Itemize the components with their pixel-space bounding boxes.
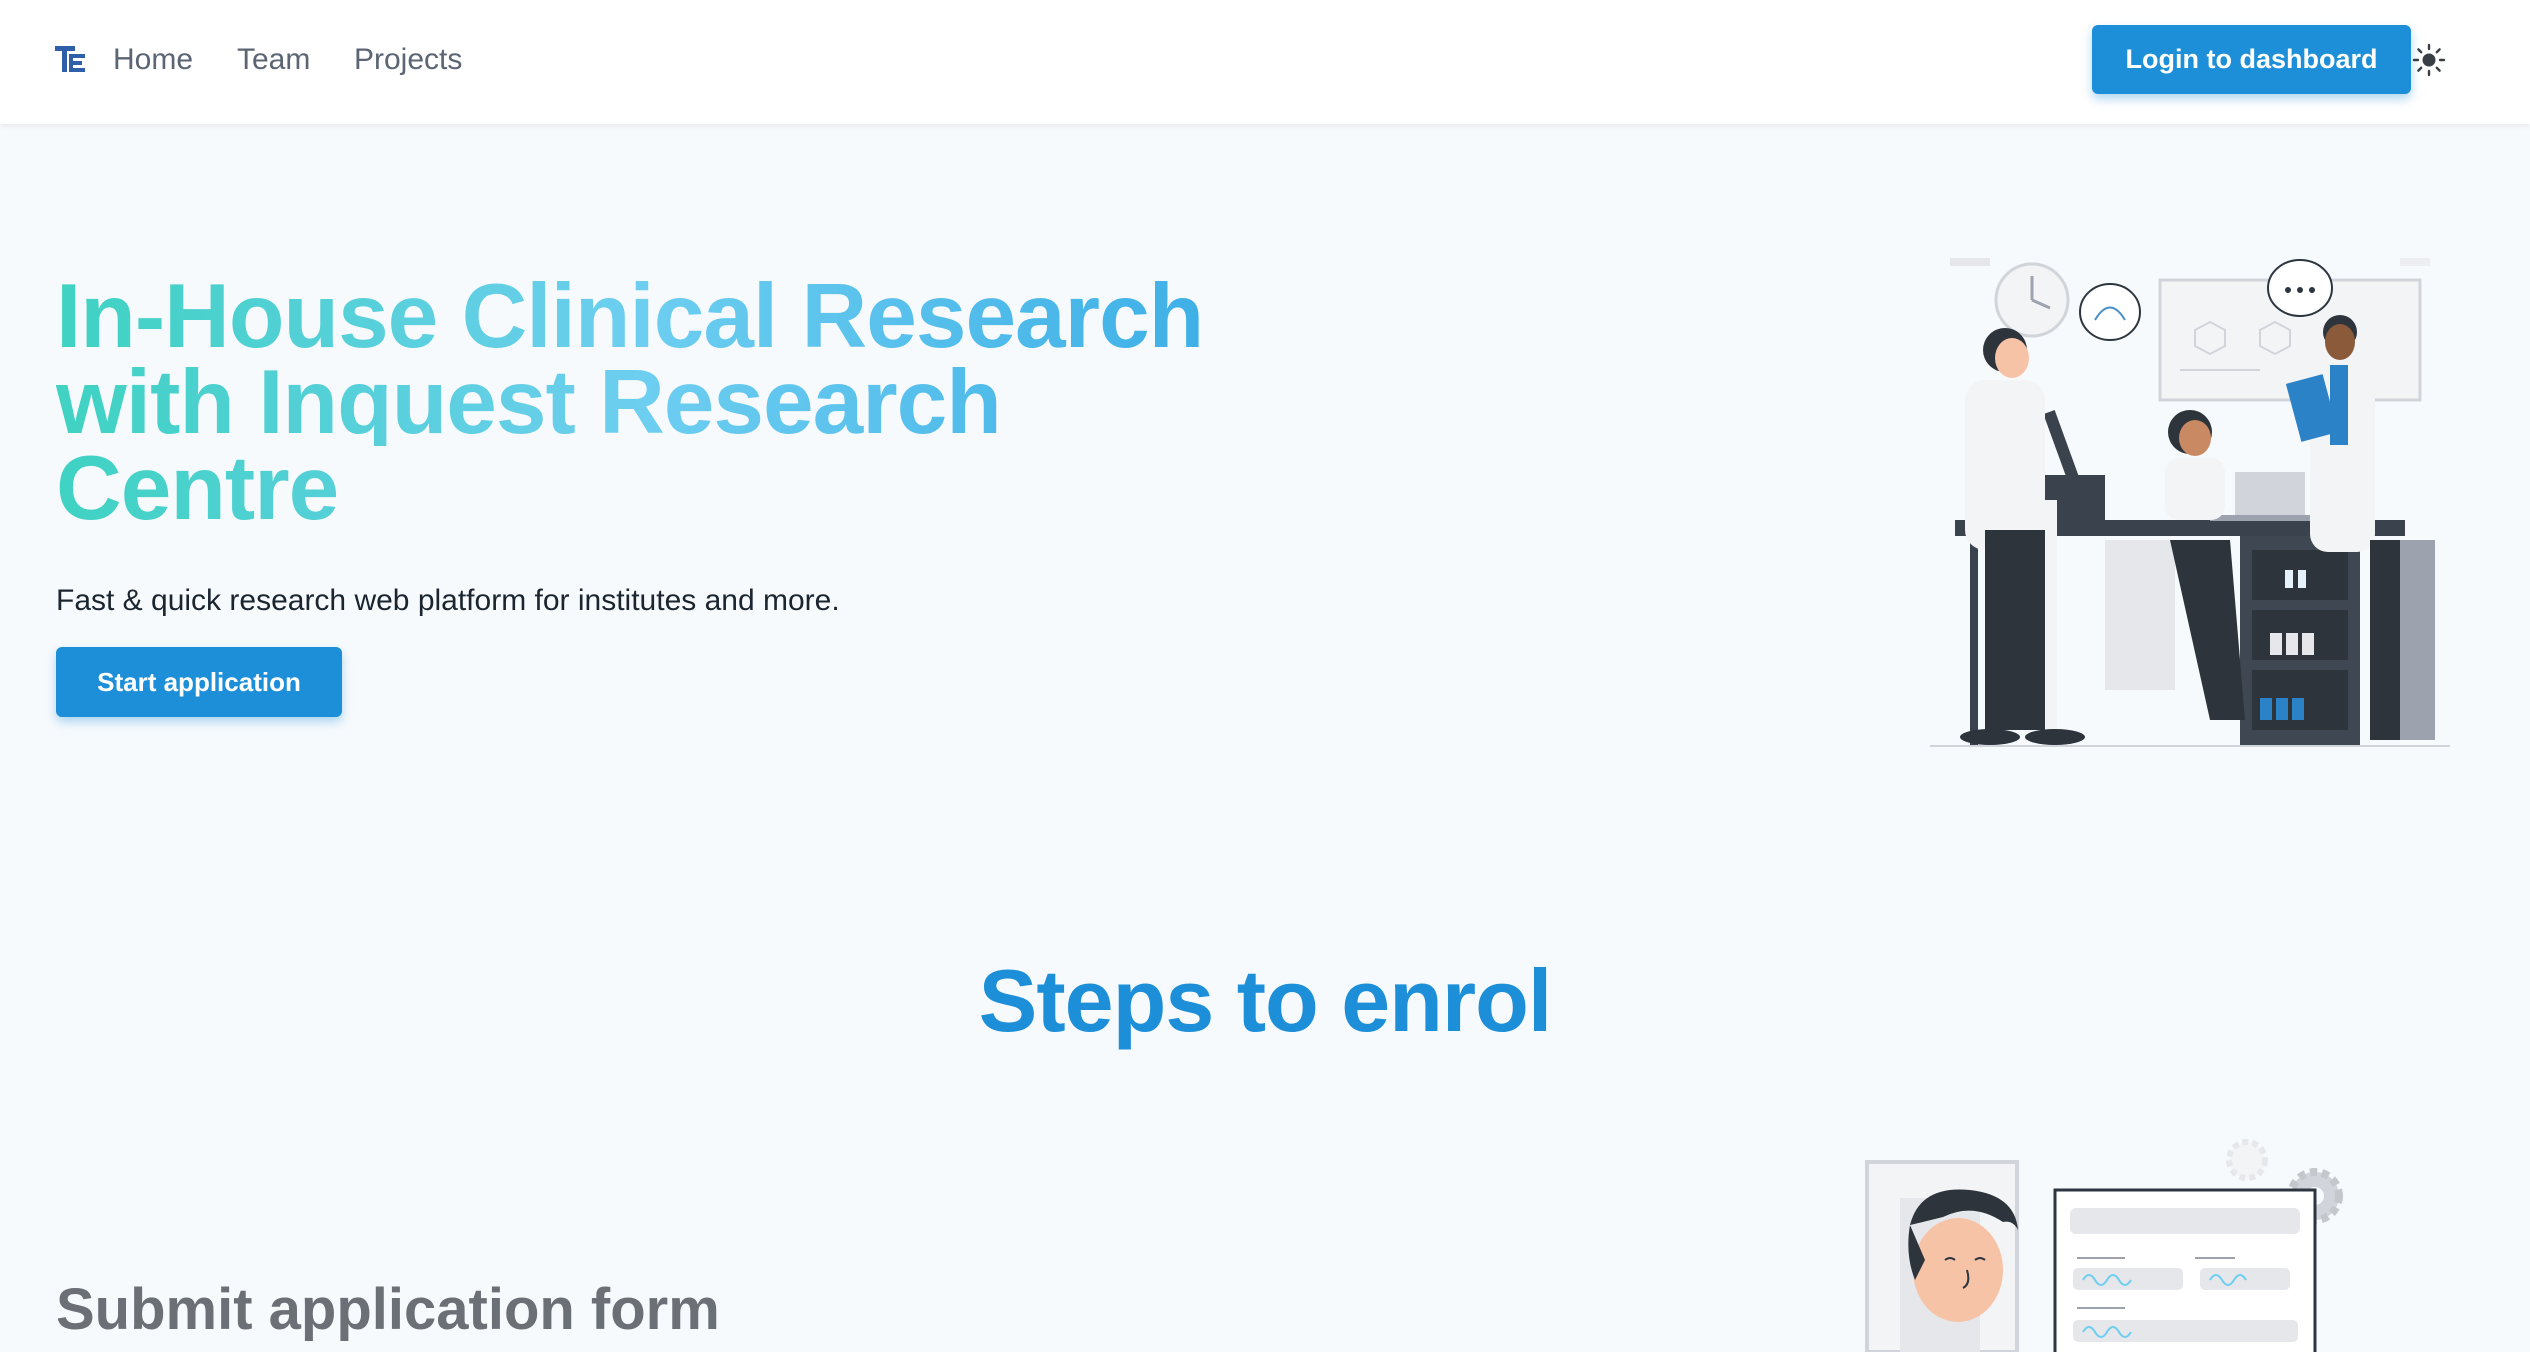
sun-icon[interactable]: [2412, 43, 2446, 77]
nav-link-projects[interactable]: Projects: [354, 38, 462, 82]
nav-link-home[interactable]: Home: [113, 38, 193, 82]
steps-heading: Steps to enrol: [978, 951, 1553, 1050]
start-application-button[interactable]: Start application: [56, 647, 342, 717]
hero-title-line-3: Centre: [56, 443, 1356, 534]
lab-scientists-illustration: [1930, 258, 2450, 747]
hero-title-line-1: In-House Clinical Research: [56, 271, 1356, 362]
nav-link-team[interactable]: Team: [237, 38, 310, 82]
login-to-dashboard-button[interactable]: Login to dashboard: [2092, 25, 2411, 94]
navbar: Home Team Projects Login to dashboard: [0, 0, 2530, 124]
logo-icon[interactable]: [55, 44, 85, 74]
hero-title: In-House Clinical Research with Inquest …: [56, 271, 1356, 534]
hero-subtitle: Fast & quick research web platform for i…: [56, 584, 840, 617]
application-form-illustration: [1865, 1139, 2343, 1352]
hero-title-line-2: with Inquest Research: [56, 357, 1356, 448]
step-1-title: Submit application form: [56, 1277, 720, 1342]
